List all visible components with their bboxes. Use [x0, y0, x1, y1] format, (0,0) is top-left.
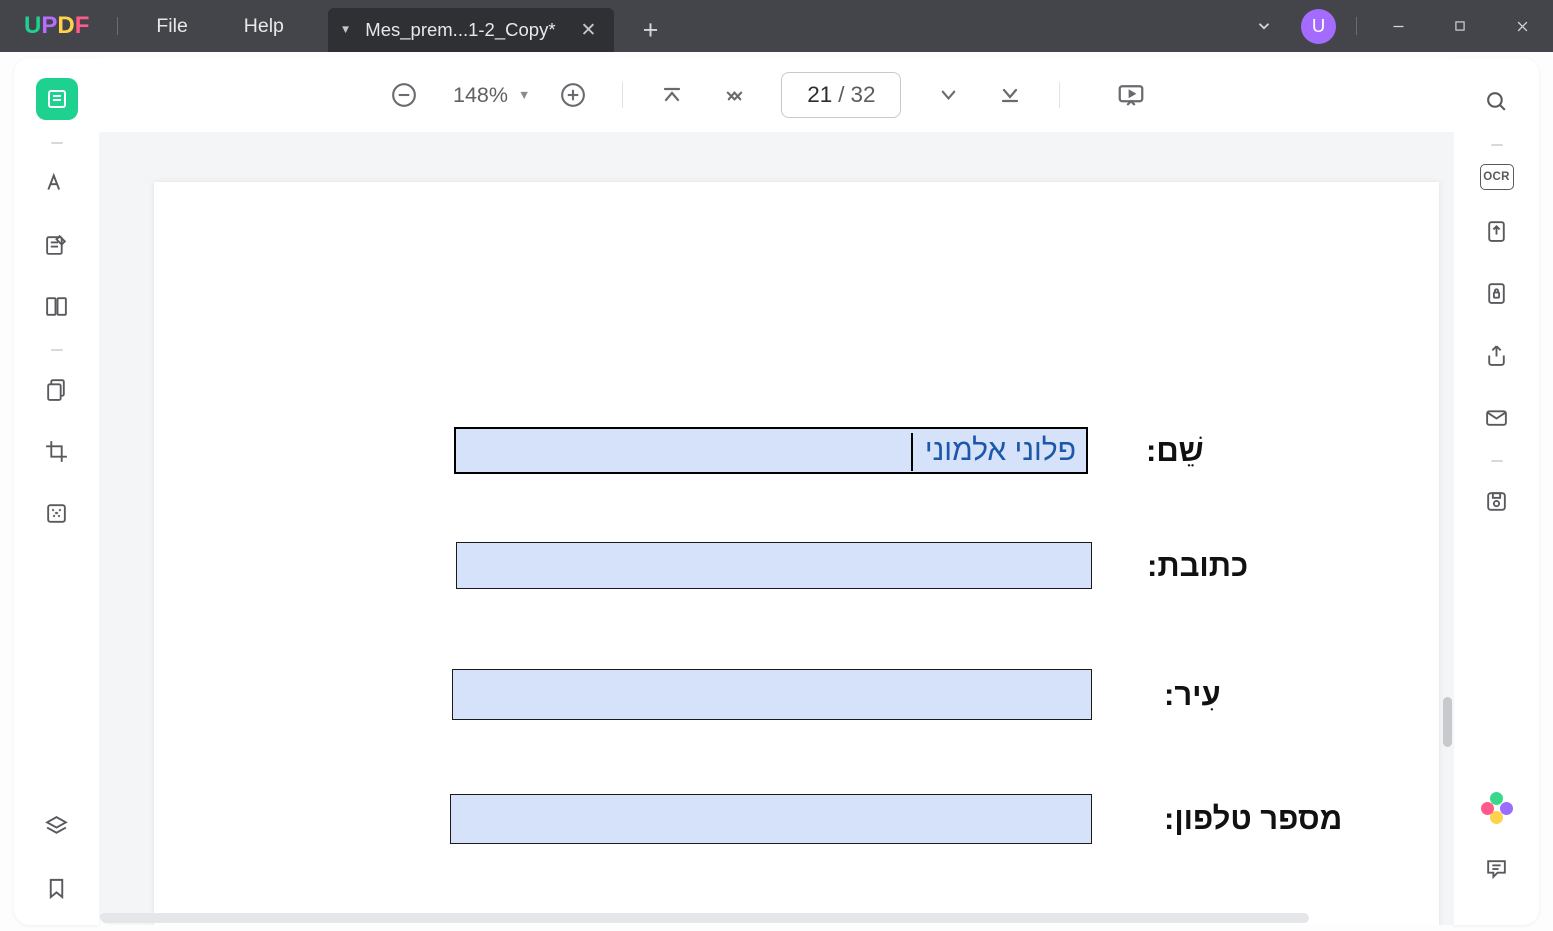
menu-file[interactable]: File: [128, 15, 215, 38]
horizontal-scrollbar[interactable]: [99, 912, 1438, 923]
page-indicator[interactable]: 21 / 32: [781, 72, 901, 118]
phone-field[interactable]: [450, 794, 1092, 844]
app-logo: UPDF: [0, 12, 107, 40]
bookmark-button[interactable]: [36, 867, 78, 909]
sidebar-divider: [45, 349, 69, 350]
search-button[interactable]: [1476, 80, 1518, 122]
save-button[interactable]: [1476, 480, 1518, 522]
separator: [117, 17, 118, 35]
zoom-dropdown-icon[interactable]: ▼: [518, 88, 530, 102]
horizontal-scroll-thumb[interactable]: [99, 913, 1309, 923]
document-tab[interactable]: ▼ Mes_prem...1-2_Copy* ✕: [328, 8, 615, 52]
pdf-page: פלוני אלמוני שֵׁם: כתובת: עִיר:: [154, 182, 1439, 925]
redact-tool[interactable]: [36, 492, 78, 534]
window-close-button[interactable]: [1491, 0, 1553, 52]
top-toolbar: 148% ▼ 21 / 32: [99, 58, 1454, 132]
comment-tool[interactable]: [36, 161, 78, 203]
first-page-button[interactable]: [653, 76, 691, 114]
zoom-out-button[interactable]: [385, 76, 423, 114]
current-page: 21: [807, 82, 832, 108]
toolbar-separator: [1059, 82, 1060, 108]
sidebar-divider: [1485, 144, 1509, 146]
crop-tool[interactable]: [36, 430, 78, 472]
right-sidebar: OCR: [1454, 58, 1539, 925]
user-avatar[interactable]: U: [1301, 9, 1336, 44]
tab-dropdown-icon[interactable]: ▼: [340, 24, 351, 36]
vertical-scroll-thumb[interactable]: [1443, 697, 1452, 747]
toolbar-separator: [622, 82, 623, 108]
chevron-down-icon[interactable]: [1236, 17, 1291, 35]
window-controls: U: [1236, 0, 1553, 52]
prev-page-button[interactable]: [715, 76, 753, 114]
zoom-level[interactable]: 148% ▼: [437, 83, 540, 108]
window-maximize-button[interactable]: [1429, 0, 1491, 52]
window-minimize-button[interactable]: [1367, 0, 1429, 52]
left-sidebar: [14, 58, 99, 925]
close-tab-icon[interactable]: ✕: [581, 19, 597, 42]
edit-tool[interactable]: [36, 223, 78, 265]
address-label: כתובת:: [1147, 548, 1248, 584]
sidebar-divider: [1485, 460, 1509, 462]
ocr-button[interactable]: OCR: [1480, 164, 1514, 190]
ocr-label: OCR: [1483, 171, 1509, 183]
separator: [1356, 17, 1357, 35]
address-field[interactable]: [456, 542, 1092, 589]
new-tab-button[interactable]: +: [628, 8, 672, 52]
protect-button[interactable]: [1476, 272, 1518, 314]
next-page-button[interactable]: [929, 76, 967, 114]
name-field[interactable]: פלוני אלמוני: [454, 427, 1088, 474]
last-page-button[interactable]: [991, 76, 1029, 114]
menu-help[interactable]: Help: [216, 15, 312, 38]
organize-tool[interactable]: [36, 285, 78, 327]
total-pages: 32: [851, 82, 876, 108]
right-sidebar-bottom: [1454, 787, 1539, 909]
app-body: OCR: [0, 52, 1553, 931]
zoom-in-button[interactable]: [554, 76, 592, 114]
comment-panel-button[interactable]: [1476, 847, 1518, 889]
phone-label: מספר טלפון:: [1164, 801, 1342, 837]
layers-button[interactable]: [36, 805, 78, 847]
name-label: שֵׁם:: [1146, 433, 1204, 469]
city-field[interactable]: [452, 669, 1092, 720]
ai-flower-icon: [1482, 793, 1512, 823]
tab-strip: ▼ Mes_prem...1-2_Copy* ✕ +: [328, 0, 673, 52]
name-field-value: פלוני אלמוני: [925, 434, 1076, 468]
text-caret: [911, 433, 913, 471]
ai-assistant-button[interactable]: [1476, 787, 1518, 829]
reader-tool[interactable]: [36, 78, 78, 120]
email-button[interactable]: [1476, 396, 1518, 438]
city-label: עִיר:: [1164, 677, 1221, 713]
zoom-value: 148%: [437, 83, 514, 108]
title-bar: UPDF File Help ▼ Mes_prem...1-2_Copy* ✕ …: [0, 0, 1553, 52]
present-button[interactable]: [1112, 76, 1150, 114]
sidebar-divider: [45, 142, 69, 143]
share-button[interactable]: [1476, 334, 1518, 376]
page-separator: /: [838, 82, 844, 108]
vertical-scrollbar[interactable]: [1441, 132, 1452, 905]
document-viewport[interactable]: פלוני אלמוני שֵׁם: כתובת: עִיר:: [99, 132, 1454, 925]
page-tools[interactable]: [36, 368, 78, 410]
left-sidebar-bottom: [14, 785, 99, 909]
tab-title: Mes_prem...1-2_Copy*: [365, 19, 555, 41]
convert-button[interactable]: [1476, 210, 1518, 252]
